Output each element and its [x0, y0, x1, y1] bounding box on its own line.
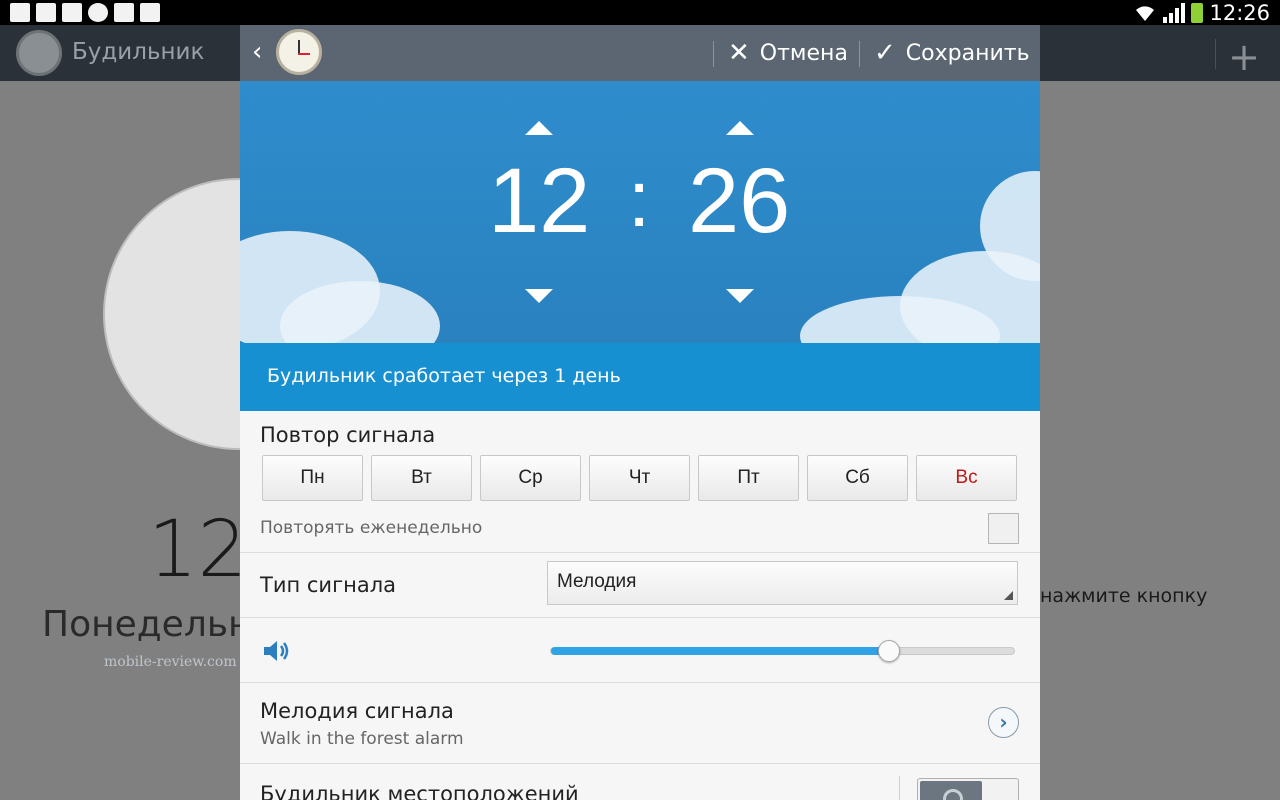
system-icons: 12:26 [1133, 0, 1270, 25]
alarm-clock-icon [276, 29, 322, 75]
battery-icon [1191, 2, 1204, 23]
divider [899, 776, 900, 800]
weekday-buttons: Пн Вт Ср Чт Пт Сб Вс [262, 455, 1017, 501]
repeat-title: Повтор сигнала [260, 423, 436, 447]
divider [859, 41, 860, 67]
minutes-display[interactable]: 26 [688, 155, 790, 247]
location-alarm-title: Будильник местоположений [260, 782, 579, 800]
divider [713, 41, 714, 67]
wifi-icon [1136, 5, 1155, 21]
chevron-right-icon[interactable]: › [988, 707, 1019, 738]
back-icon[interactable]: ‹ [252, 37, 262, 67]
volume-slider[interactable] [550, 640, 1015, 662]
alarm-notice: Будильник сработает через 1 день [240, 343, 1040, 411]
hour-decrease-arrow[interactable] [525, 289, 553, 303]
gmail-icon [62, 3, 82, 22]
watermark: mobile-review.com [104, 654, 237, 670]
volume-slider-thumb[interactable] [877, 640, 900, 662]
status-time: 12:26 [1209, 0, 1270, 25]
day-button-sun[interactable]: Вс [916, 455, 1017, 501]
save-button[interactable]: ✓ Сохранить [874, 25, 1030, 81]
time-picker: 12 : 26 [240, 81, 1040, 343]
add-icon: + [1228, 35, 1260, 79]
day-button-tue[interactable]: Вт [371, 455, 472, 501]
sim-card-icon [10, 3, 30, 22]
day-button-mon[interactable]: Пн [262, 455, 363, 501]
gallery-icon [36, 3, 56, 22]
dialog-action-bar: ‹ ✕ Отмена ✓ Сохранить [240, 25, 1040, 81]
melody-section[interactable]: Мелодия сигнала Walk in the forest alarm… [240, 683, 1040, 764]
melody-value: Walk in the forest alarm [260, 729, 464, 749]
day-button-fri[interactable]: Пт [698, 455, 799, 501]
hour-increase-arrow[interactable] [525, 121, 553, 135]
background-time: 12 [148, 505, 248, 595]
cancel-button[interactable]: ✕ Отмена [728, 25, 848, 81]
background-app-title: Будильник [72, 39, 205, 65]
minute-decrease-arrow[interactable] [726, 289, 754, 303]
checkmark-icon: ✓ [874, 38, 896, 68]
repeat-weekly-checkbox[interactable] [988, 513, 1019, 544]
dropdown-corner-icon [1004, 591, 1013, 600]
cancel-label: Отмена [759, 40, 848, 66]
speaker-icon [264, 641, 289, 661]
repeat-weekly-label: Повторять еженедельно [260, 518, 483, 538]
hangouts-icon [88, 3, 108, 22]
play-store-icon [140, 3, 160, 22]
volume-section [240, 618, 1040, 683]
repeat-section: Повтор сигнала Пн Вт Ср Чт Пт Сб Вс Повт… [240, 411, 1040, 553]
notification-icons [10, 3, 160, 22]
alarm-type-section: Тип сигнала Мелодия [240, 553, 1040, 618]
toggle-knob [920, 781, 982, 800]
alarm-type-label: Тип сигнала [260, 573, 396, 597]
alarm-type-dropdown[interactable]: Мелодия [547, 561, 1018, 605]
hours-display[interactable]: 12 [488, 155, 590, 247]
save-label: Сохранить [905, 40, 1030, 66]
melody-title: Мелодия сигнала [260, 699, 454, 723]
background-hint: нажмите кнопку [1040, 585, 1208, 607]
minute-increase-arrow[interactable] [726, 121, 754, 135]
day-button-wed[interactable]: Ср [480, 455, 581, 501]
day-button-sat[interactable]: Сб [807, 455, 908, 501]
location-alarm-toggle[interactable] [917, 778, 1019, 800]
day-button-thu[interactable]: Чт [589, 455, 690, 501]
alarm-type-value: Мелодия [557, 571, 637, 592]
status-bar: 12:26 [0, 0, 1280, 25]
background-day: Понедельн [42, 604, 252, 645]
signal-icon [1163, 2, 1186, 23]
alarm-clock-icon [16, 30, 62, 76]
time-separator: : [628, 154, 651, 243]
divider [1215, 39, 1216, 69]
location-alarm-section: Будильник местоположений [240, 764, 1040, 800]
tasks-icon [114, 3, 134, 22]
close-icon: ✕ [728, 38, 750, 68]
volume-slider-fill [551, 647, 889, 655]
alarm-edit-dialog: ‹ ✕ Отмена ✓ Сохранить 12 : 26 Будильник… [240, 25, 1040, 800]
